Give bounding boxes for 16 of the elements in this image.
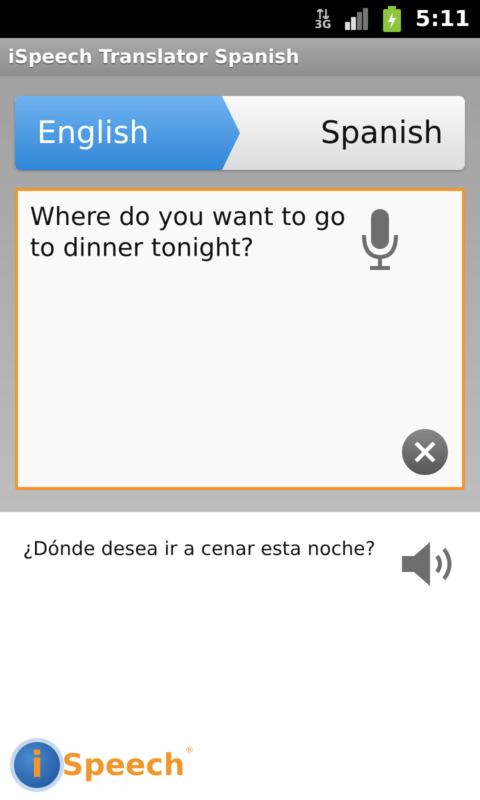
- language-tab[interactable]: Spanish: [240, 96, 465, 170]
- registered-mark: ®: [184, 746, 194, 756]
- translation-text: ¿Dónde desea ir a cenar esta noche?: [23, 538, 376, 562]
- data-arrows-icon: [316, 8, 329, 18]
- clear-button[interactable]: [402, 429, 448, 475]
- network-indicator: 3G: [314, 8, 332, 30]
- signal-icon: [345, 8, 370, 30]
- input-field[interactable]: Where do you want to go to dinner tonight?: [15, 188, 465, 490]
- logo-mark: i: [14, 742, 60, 788]
- clock-time: 5:11: [415, 6, 470, 32]
- close-icon: [413, 440, 437, 464]
- logo-text: Speech: [62, 748, 185, 782]
- microphone-icon[interactable]: [360, 209, 400, 271]
- battery-charging-icon: [383, 6, 402, 32]
- text-input[interactable]: Where do you want to go to dinner tonight?: [30, 201, 350, 477]
- app-title: iSpeech Translator Spanish: [8, 46, 300, 68]
